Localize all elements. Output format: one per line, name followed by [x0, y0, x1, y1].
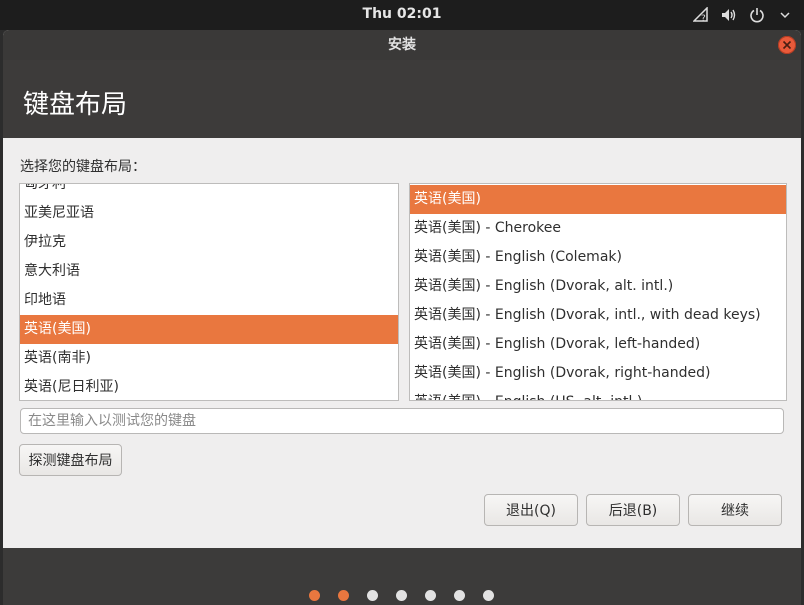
network-icon[interactable]: ?: [692, 5, 710, 25]
variant-item[interactable]: 英语(美国) - English (Dvorak, right-handed): [410, 359, 786, 388]
close-icon: [782, 40, 792, 50]
close-button[interactable]: [778, 36, 796, 54]
continue-button[interactable]: 继续: [688, 494, 782, 526]
layout-item[interactable]: 英语(南非): [20, 344, 398, 373]
progress-dot: [396, 590, 407, 601]
progress-footer: [3, 548, 801, 605]
window-title: 安装: [388, 37, 416, 53]
variant-item[interactable]: 英语(美国) - Cherokee: [410, 214, 786, 243]
variant-item[interactable]: 英语(美国) - English (Dvorak, alt. intl.): [410, 272, 786, 301]
variant-item[interactable]: 英语(美国) - English (Colemak): [410, 243, 786, 272]
layout-prompt: 选择您的键盘布局：: [20, 159, 146, 175]
system-tray[interactable]: ?: [692, 5, 794, 25]
variant-list[interactable]: 英语(美国) 英语(美国) - Cherokee 英语(美国) - Englis…: [409, 183, 787, 401]
clock[interactable]: Thu 02:01: [0, 6, 804, 22]
layout-item[interactable]: 伊拉克: [20, 228, 398, 257]
progress-dot: [367, 590, 378, 601]
chevron-down-icon[interactable]: [776, 5, 794, 25]
progress-dot: [454, 590, 465, 601]
progress-dot: [338, 590, 349, 601]
top-bar: Thu 02:01 ?: [0, 0, 804, 30]
variant-item[interactable]: 英语(美国) - English (US, alt. intl.): [410, 388, 786, 400]
window-titlebar[interactable]: 安装: [3, 30, 801, 60]
layout-item[interactable]: 印地语: [20, 286, 398, 315]
layout-list[interactable]: 匈牙利 亚美尼亚语 伊拉克 意大利语 印地语 英语(美国) 英语(南非) 英语(…: [19, 183, 399, 401]
variant-item[interactable]: 英语(美国) - English (Dvorak, intl., with de…: [410, 301, 786, 330]
detect-layout-button[interactable]: 探测键盘布局: [19, 444, 122, 476]
power-icon[interactable]: [748, 5, 766, 25]
layout-item[interactable]: 亚美尼亚语: [20, 199, 398, 228]
main-content: 选择您的键盘布局： 匈牙利 亚美尼亚语 伊拉克 意大利语 印地语 英语(美国) …: [3, 138, 801, 548]
back-button[interactable]: 后退(B): [586, 494, 680, 526]
progress-dot: [425, 590, 436, 601]
variant-item[interactable]: 英语(美国) - English (Dvorak, left-handed): [410, 330, 786, 359]
page-title: 键盘布局: [23, 90, 128, 120]
volume-icon[interactable]: [720, 5, 738, 25]
variant-item-selected[interactable]: 英语(美国): [410, 185, 786, 214]
layout-item[interactable]: 英语(尼日利亚): [20, 373, 398, 400]
keyboard-test-input[interactable]: [20, 408, 784, 434]
layout-item[interactable]: 匈牙利: [20, 184, 398, 199]
svg-text:?: ?: [701, 14, 706, 23]
page-header: 键盘布局: [3, 60, 801, 138]
layout-item-selected[interactable]: 英语(美国): [20, 315, 398, 344]
progress-dot: [309, 590, 320, 601]
progress-dot: [483, 590, 494, 601]
progress-dots: [309, 590, 494, 601]
layout-item[interactable]: 意大利语: [20, 257, 398, 286]
quit-button[interactable]: 退出(Q): [484, 494, 578, 526]
installer-window: 安装 键盘布局 选择您的键盘布局： 匈牙利 亚美尼亚语 伊拉克 意大利语 印地语…: [3, 30, 801, 605]
